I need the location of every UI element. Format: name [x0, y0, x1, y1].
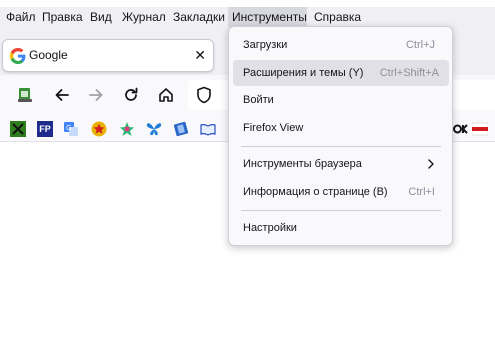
menu-item-downloads-label: Загрузки	[243, 39, 288, 51]
chevron-right-icon	[428, 159, 434, 169]
menu-file[interactable]: Файл	[2, 7, 40, 27]
menu-tools-label: Инструменты	[232, 10, 307, 24]
menu-file-label: Файл	[6, 10, 36, 24]
menu-bookmarks[interactable]: Закладки	[169, 7, 229, 27]
menu-history-label: Журнал	[122, 10, 166, 24]
menu-edit[interactable]: Правка	[38, 7, 87, 27]
google-g-icon	[10, 48, 26, 64]
back-arrow-icon[interactable]	[51, 84, 73, 106]
menu-view[interactable]: Вид	[86, 7, 116, 27]
menu-item-browser-tools[interactable]: Инструменты браузера	[233, 151, 449, 177]
menu-item-addons[interactable]: Расширения и темы (Y) Ctrl+Shift+A	[233, 60, 449, 86]
home-icon[interactable]	[155, 84, 177, 106]
bookmark-book-icon[interactable]	[173, 121, 189, 137]
tracking-shield-icon[interactable]	[193, 84, 215, 106]
bookmark-translate-icon[interactable]: G	[63, 121, 79, 137]
menu-view-label: Вид	[90, 10, 112, 24]
forward-arrow-icon[interactable]	[85, 84, 107, 106]
menu-tools[interactable]: Инструменты	[228, 7, 307, 27]
menu-item-firefox-view[interactable]: Firefox View	[233, 115, 449, 141]
tab-title: Google	[29, 48, 68, 62]
tools-menu: Загрузки Ctrl+J Расширения и темы (Y) Ct…	[228, 26, 453, 246]
menu-item-downloads-shortcut: Ctrl+J	[405, 39, 435, 51]
menu-item-page-info-label: Информация о странице (B)	[243, 186, 388, 198]
menu-separator	[241, 146, 441, 147]
menu-item-page-info-shortcut: Ctrl+I	[408, 186, 435, 198]
menu-bookmarks-label: Закладки	[173, 10, 225, 24]
bookmark-fp-label: FP	[39, 124, 51, 134]
menu-item-addons-shortcut: Ctrl+Shift+A	[379, 67, 439, 79]
menu-help[interactable]: Справка	[310, 7, 365, 27]
menu-separator	[241, 210, 441, 211]
menu-item-firefox-view-label: Firefox View	[243, 122, 304, 134]
menu-item-settings[interactable]: Настройки	[233, 215, 449, 241]
menu-bar: Файл Правка Вид Журнал Закладки Инструме…	[0, 7, 495, 27]
menu-item-addons-label: Расширения и темы (Y)	[243, 67, 364, 79]
bookmark-red-star-icon[interactable]	[91, 121, 107, 137]
bookmark-green-x-icon[interactable]	[10, 121, 26, 137]
bookmark-flag-icon[interactable]	[472, 121, 488, 137]
bookmark-ko-icon[interactable]	[453, 121, 469, 137]
menu-edit-label: Правка	[42, 10, 83, 24]
reload-icon[interactable]	[120, 84, 142, 106]
menu-item-sign-in-label: Войти	[243, 94, 274, 106]
tab-close-icon[interactable]: ✕	[194, 40, 206, 71]
bookmark-reader-icon[interactable]	[200, 121, 216, 137]
menu-item-downloads[interactable]: Загрузки Ctrl+J	[233, 32, 449, 58]
menu-item-sign-in[interactable]: Войти	[233, 87, 449, 113]
page-action-icon[interactable]	[14, 84, 36, 106]
bookmark-fp-icon[interactable]: FP	[37, 121, 53, 137]
menu-item-page-info[interactable]: Информация о странице (B) Ctrl+I	[233, 179, 449, 205]
menu-item-browser-tools-label: Инструменты браузера	[243, 158, 362, 170]
menu-help-label: Справка	[314, 10, 362, 24]
menu-history[interactable]: Журнал	[118, 7, 170, 27]
bookmark-colorful-star-icon[interactable]	[119, 121, 135, 137]
menu-item-settings-label: Настройки	[243, 222, 297, 234]
tab-google[interactable]: Google ✕	[2, 39, 214, 72]
svg-text:G: G	[66, 124, 71, 132]
bookmark-butterfly-icon[interactable]	[146, 121, 162, 137]
